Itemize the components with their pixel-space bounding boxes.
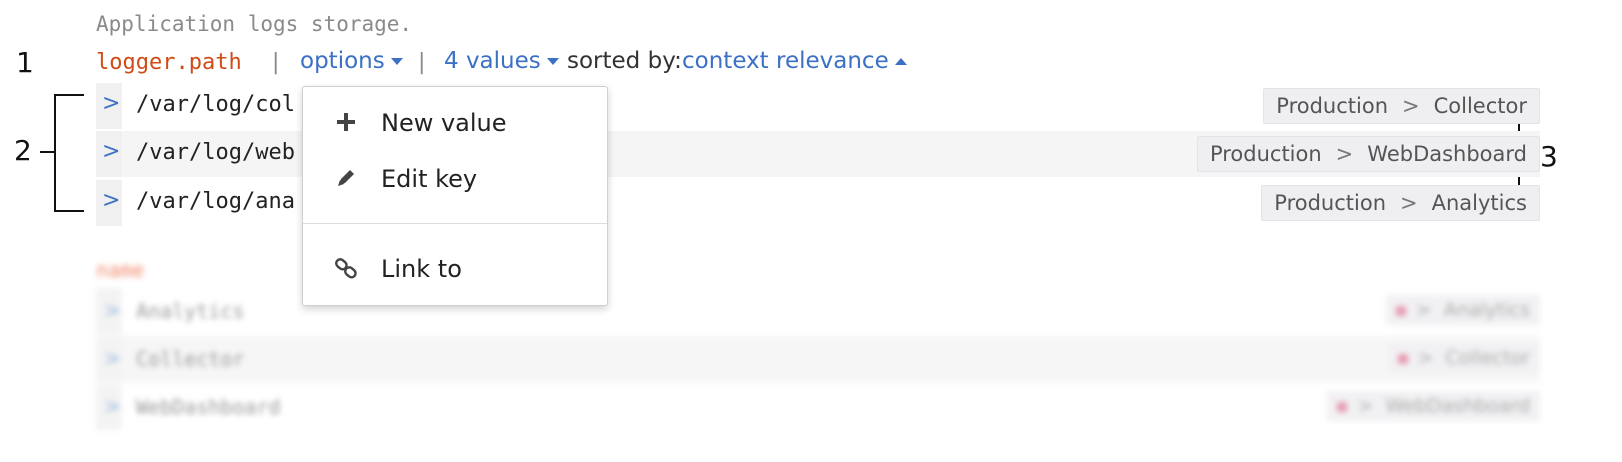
crumb-separator: > <box>1335 142 1354 166</box>
key-name: logger.path <box>96 50 242 75</box>
options-dropdown[interactable]: options <box>300 48 403 74</box>
chevron-right-icon[interactable]: > <box>102 139 120 164</box>
options-label: options <box>300 48 385 74</box>
value-path: /var/log/web <box>136 140 295 165</box>
caret-up-icon <box>894 58 907 65</box>
blurred-row: > WebDashboard > WebDashboard <box>96 384 1540 430</box>
chain-link-icon <box>335 258 357 279</box>
key-description: Application logs storage. <box>96 12 413 36</box>
chevron-right-icon[interactable]: > <box>102 188 120 213</box>
sorted-by-label: sorted by: <box>567 48 682 74</box>
crumb-app: Collector <box>1433 94 1527 118</box>
left-bracket <box>54 94 84 212</box>
blurred-key-name: name <box>96 258 145 282</box>
menu-item-edit-key[interactable]: Edit key <box>303 155 607 203</box>
color-tag-icon <box>1395 306 1406 316</box>
crumb-app: Analytics <box>1431 191 1527 215</box>
crumb-separator: > <box>1417 347 1434 369</box>
context-breadcrumb: Production > Analytics <box>1261 185 1540 221</box>
menu-item-label: Link to <box>381 255 462 283</box>
crumb-env: Production <box>1276 94 1389 118</box>
crumb-app: Collector <box>1445 347 1530 369</box>
blurred-breadcrumb: > WebDashboard <box>1327 391 1540 421</box>
chevron-right-icon[interactable]: > <box>102 91 120 116</box>
caret-down-icon <box>546 58 559 65</box>
blurred-breadcrumb: > Collector <box>1387 343 1540 373</box>
crumb-env: Production <box>1209 142 1322 166</box>
chevron-right-icon: > <box>104 346 121 370</box>
crumb-app: WebDashboard <box>1367 142 1527 166</box>
menu-item-link-to[interactable]: Link to <box>303 245 607 293</box>
blurred-value: Collector <box>136 347 245 371</box>
plus-icon <box>337 113 355 131</box>
chevron-right-icon: > <box>104 394 121 418</box>
sort-value: context relevance <box>682 48 889 74</box>
blurred-value: Analytics <box>136 299 245 323</box>
values-dropdown[interactable]: 4 values <box>444 48 559 74</box>
crumb-separator: > <box>1415 299 1432 321</box>
blurred-value: WebDashboard <box>136 395 281 419</box>
crumb-app: WebDashboard <box>1385 395 1530 417</box>
crumb-app: Analytics <box>1443 299 1530 321</box>
chevron-right-icon: > <box>104 298 121 322</box>
sort-order-toggle[interactable]: context relevance <box>682 48 907 74</box>
context-breadcrumb: Production > WebDashboard <box>1196 136 1540 172</box>
annotation-3: 3 <box>1540 140 1558 173</box>
value-path: /var/log/col <box>136 92 295 117</box>
menu-divider <box>303 223 607 224</box>
menu-item-label: New value <box>381 109 507 137</box>
menu-item-label: Edit key <box>381 165 478 193</box>
color-tag-icon <box>1397 354 1408 364</box>
color-tag-icon <box>1337 402 1348 412</box>
crumb-separator: > <box>1402 94 1420 118</box>
annotation-2: 2 <box>14 134 32 167</box>
separator-2: | <box>418 50 426 75</box>
caret-down-icon <box>390 58 403 65</box>
crumb-env: Production <box>1274 191 1387 215</box>
context-breadcrumb: Production > Collector <box>1263 88 1540 124</box>
values-label: 4 values <box>444 48 541 74</box>
crumb-separator: > <box>1357 395 1374 417</box>
pencil-icon <box>338 170 354 186</box>
menu-item-new-value[interactable]: New value <box>303 99 607 147</box>
blurred-breadcrumb: > Analytics <box>1385 295 1540 325</box>
value-path: /var/log/ana <box>136 189 295 214</box>
annotation-1: 1 <box>16 46 34 79</box>
separator-1: | <box>272 50 280 75</box>
crumb-separator: > <box>1400 191 1418 215</box>
options-menu: New value Edit key Link to <box>302 86 608 306</box>
left-bracket-tick <box>40 151 54 153</box>
blurred-row: > Collector > Collector <box>96 336 1540 382</box>
